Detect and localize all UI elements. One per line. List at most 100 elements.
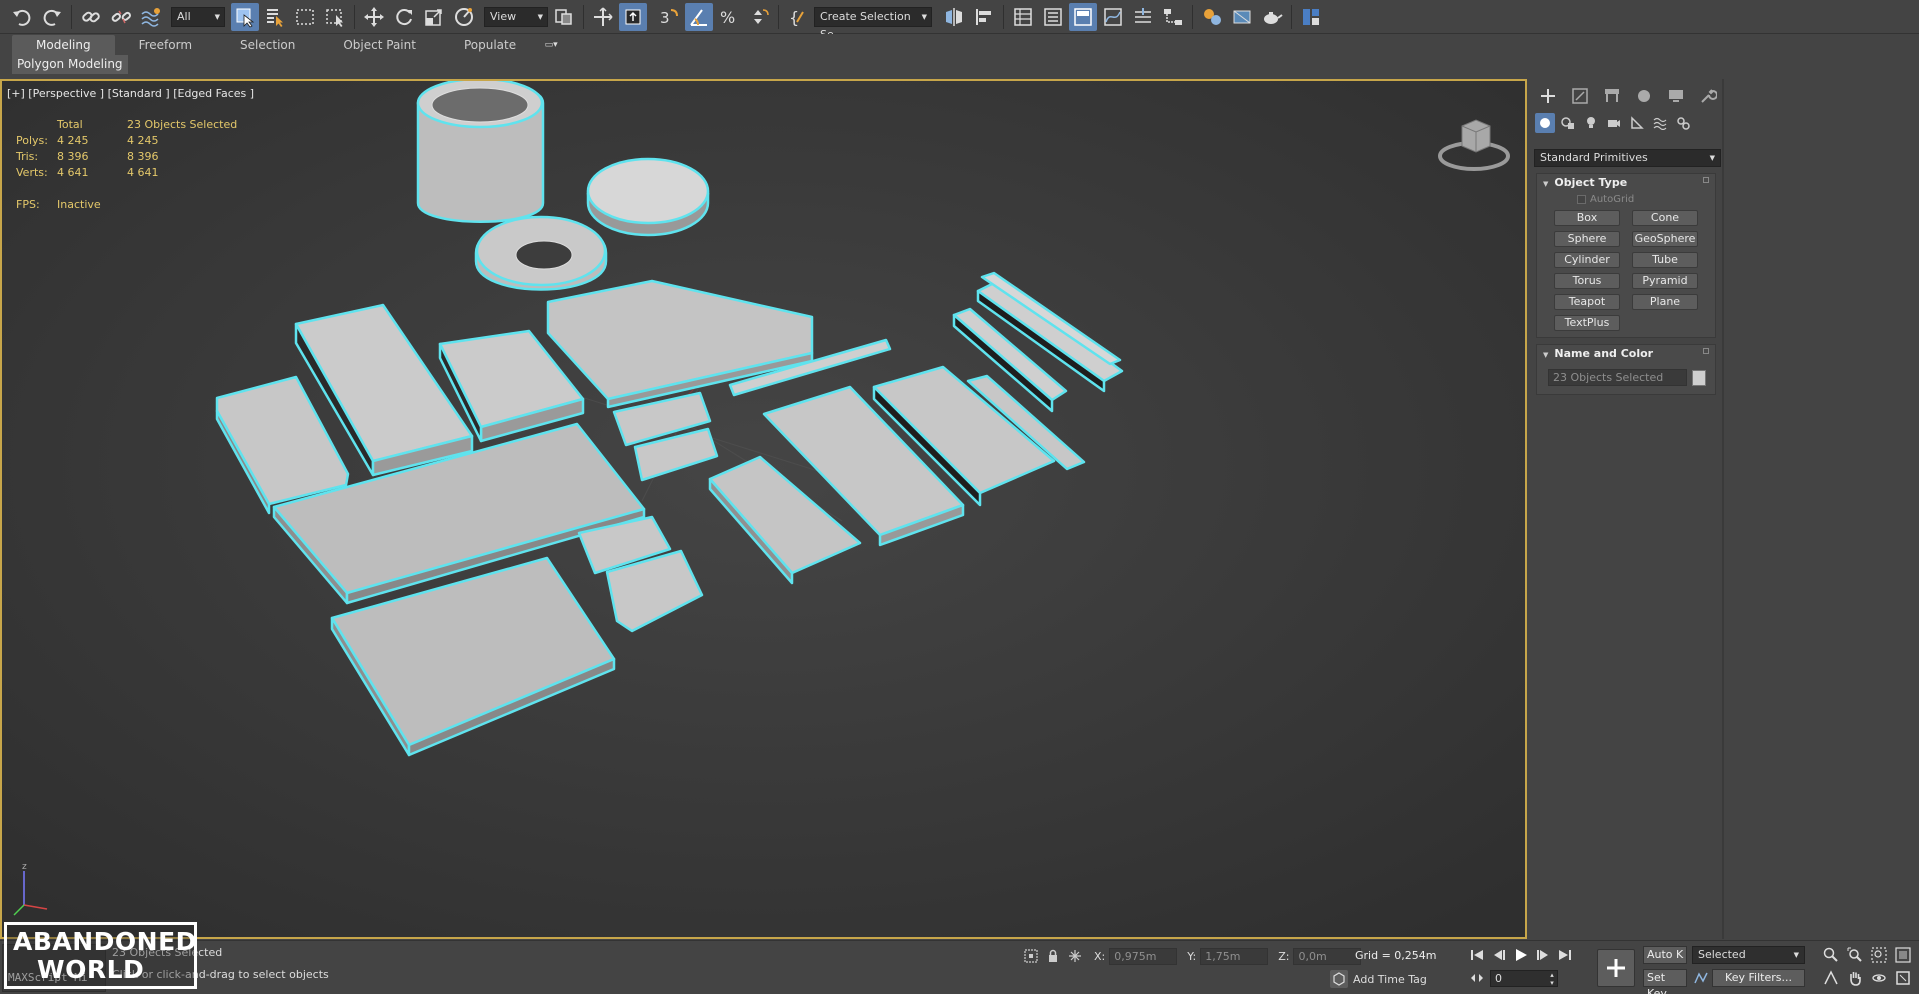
create-tab[interactable] bbox=[1535, 85, 1561, 107]
toggle-ribbon-button[interactable] bbox=[1069, 2, 1097, 31]
pan-button[interactable] bbox=[1846, 969, 1864, 987]
zoom-all-button[interactable] bbox=[1846, 946, 1864, 964]
curve-editor-button[interactable] bbox=[1099, 3, 1127, 31]
geometry-category-button[interactable] bbox=[1535, 113, 1555, 133]
zoom-extents-button[interactable] bbox=[1870, 946, 1888, 964]
object-name-field[interactable]: 23 Objects Selected bbox=[1548, 369, 1687, 386]
reference-coordinate-dropdown[interactable]: View bbox=[484, 6, 548, 27]
textplus-button[interactable]: TextPlus bbox=[1554, 315, 1620, 331]
named-selection-dropdown[interactable]: Create Selection Se bbox=[814, 6, 932, 41]
pyramid-button[interactable]: Pyramid bbox=[1632, 273, 1698, 289]
rectangular-selection-button[interactable] bbox=[291, 3, 319, 31]
play-button[interactable] bbox=[1512, 946, 1530, 964]
align-button[interactable] bbox=[970, 3, 998, 31]
helpers-category-button[interactable] bbox=[1627, 113, 1647, 133]
selection-filter-dropdown[interactable]: All bbox=[171, 6, 225, 27]
add-time-tag[interactable]: Add Time Tag bbox=[1330, 970, 1427, 988]
teapot-button[interactable]: Teapot bbox=[1554, 294, 1620, 310]
select-manipulate-button[interactable] bbox=[589, 3, 617, 31]
maximize-viewport-button[interactable] bbox=[1894, 969, 1912, 987]
move-button[interactable] bbox=[360, 3, 388, 31]
zoom-button[interactable] bbox=[1822, 946, 1840, 964]
systems-category-button[interactable] bbox=[1673, 113, 1693, 133]
previous-frame-button[interactable] bbox=[1490, 946, 1508, 964]
isolate-selection-button[interactable] bbox=[1022, 947, 1040, 965]
snaps-toggle-button[interactable]: 3 bbox=[655, 3, 683, 31]
selection-lock-button[interactable] bbox=[1044, 947, 1062, 965]
dope-sheet-button[interactable] bbox=[1129, 3, 1157, 31]
render-production-button[interactable] bbox=[1258, 3, 1286, 31]
round-slab-object[interactable] bbox=[586, 157, 710, 237]
angle-snap-button[interactable] bbox=[685, 2, 713, 31]
tab-populate[interactable]: Populate bbox=[440, 35, 540, 55]
go-to-start-button[interactable] bbox=[1468, 946, 1486, 964]
perspective-viewport[interactable]: z [+] [Perspective ] [Standard ] [Edged … bbox=[0, 79, 1527, 939]
keyboard-shortcut-override-button[interactable] bbox=[619, 2, 647, 31]
tab-object-paint[interactable]: Object Paint bbox=[319, 35, 440, 55]
bind-space-warp-button[interactable] bbox=[137, 3, 165, 31]
key-filters-button[interactable]: Key Filters... bbox=[1712, 969, 1805, 987]
utilities-tab[interactable] bbox=[1695, 85, 1721, 107]
scene-explorer-button[interactable] bbox=[1009, 3, 1037, 31]
y-coord-field[interactable]: 1,75m bbox=[1200, 947, 1269, 965]
window-crossing-button[interactable] bbox=[321, 3, 349, 31]
hierarchy-tab[interactable] bbox=[1599, 85, 1625, 107]
name-and-color-rollout-header[interactable]: ▼ Name and Color bbox=[1537, 345, 1715, 363]
percent-snap-button[interactable]: % bbox=[715, 3, 743, 31]
object-type-rollout-header[interactable]: ▼ Object Type bbox=[1537, 174, 1715, 192]
tab-selection[interactable]: Selection bbox=[216, 35, 319, 55]
select-object-button[interactable] bbox=[231, 2, 259, 31]
geosphere-button[interactable]: GeoSphere bbox=[1632, 231, 1698, 247]
go-to-end-button[interactable] bbox=[1556, 946, 1574, 964]
tab-modeling[interactable]: Modeling bbox=[12, 35, 115, 55]
ring-object[interactable] bbox=[474, 215, 608, 291]
zoom-extents-all-button[interactable] bbox=[1894, 946, 1912, 964]
rollout-pin-icon[interactable] bbox=[1703, 177, 1709, 183]
tab-freeform[interactable]: Freeform bbox=[115, 35, 216, 55]
space-warps-category-button[interactable] bbox=[1650, 113, 1670, 133]
ribbon-toggle-button[interactable]: ▭▾ bbox=[540, 35, 562, 55]
plane-button[interactable]: Plane bbox=[1632, 294, 1698, 310]
z-coord-field[interactable]: 0,0m bbox=[1293, 947, 1362, 965]
pivot-center-button[interactable] bbox=[550, 3, 578, 31]
next-frame-button[interactable] bbox=[1534, 946, 1552, 964]
lights-category-button[interactable] bbox=[1581, 113, 1601, 133]
key-mode-toggle[interactable] bbox=[1468, 969, 1486, 987]
autogrid-checkbox[interactable]: AutoGrid bbox=[1577, 194, 1715, 205]
viewport-label[interactable]: [+] [Perspective ] [Standard ] [Edged Fa… bbox=[7, 87, 254, 100]
primitive-category-dropdown[interactable]: Standard Primitives bbox=[1534, 149, 1721, 167]
object-color-swatch[interactable] bbox=[1692, 369, 1706, 386]
rotate-button[interactable] bbox=[390, 3, 418, 31]
spinner-snap-button[interactable] bbox=[745, 3, 773, 31]
mirror-button[interactable] bbox=[940, 3, 968, 31]
schematic-view-button[interactable] bbox=[1159, 3, 1187, 31]
box-button[interactable]: Box bbox=[1554, 210, 1620, 226]
link-button[interactable] bbox=[77, 3, 105, 31]
motion-tab[interactable] bbox=[1631, 85, 1657, 107]
unlink-button[interactable] bbox=[107, 3, 135, 31]
redo-button[interactable] bbox=[38, 3, 66, 31]
x-coord-field[interactable]: 0,975m bbox=[1109, 947, 1178, 965]
render-setup-button[interactable] bbox=[1228, 3, 1256, 31]
select-by-name-button[interactable] bbox=[261, 3, 289, 31]
torus-button[interactable]: Torus bbox=[1554, 273, 1620, 289]
layer-explorer-button[interactable] bbox=[1039, 3, 1067, 31]
set-keys-button[interactable] bbox=[1597, 949, 1635, 987]
cylinder-button[interactable]: Cylinder bbox=[1554, 252, 1620, 268]
polygon-modeling-panel[interactable]: Polygon Modeling bbox=[12, 55, 128, 74]
orbit-button[interactable] bbox=[1870, 969, 1888, 987]
sphere-button[interactable]: Sphere bbox=[1554, 231, 1620, 247]
material-editor-button[interactable] bbox=[1198, 3, 1226, 31]
edit-named-selection-button[interactable]: { bbox=[784, 3, 812, 31]
shapes-category-button[interactable] bbox=[1558, 113, 1578, 133]
auto-key-button[interactable]: Auto K bbox=[1643, 946, 1687, 964]
workspace-button[interactable] bbox=[1297, 3, 1325, 31]
undo-button[interactable] bbox=[8, 3, 36, 31]
display-tab[interactable] bbox=[1663, 85, 1689, 107]
tube-object[interactable] bbox=[416, 81, 545, 223]
viewcube[interactable] bbox=[1434, 114, 1514, 174]
tube-button[interactable]: Tube bbox=[1632, 252, 1698, 268]
absolute-mode-button[interactable] bbox=[1066, 947, 1084, 965]
field-of-view-button[interactable] bbox=[1822, 969, 1840, 987]
modify-tab[interactable] bbox=[1567, 85, 1593, 107]
